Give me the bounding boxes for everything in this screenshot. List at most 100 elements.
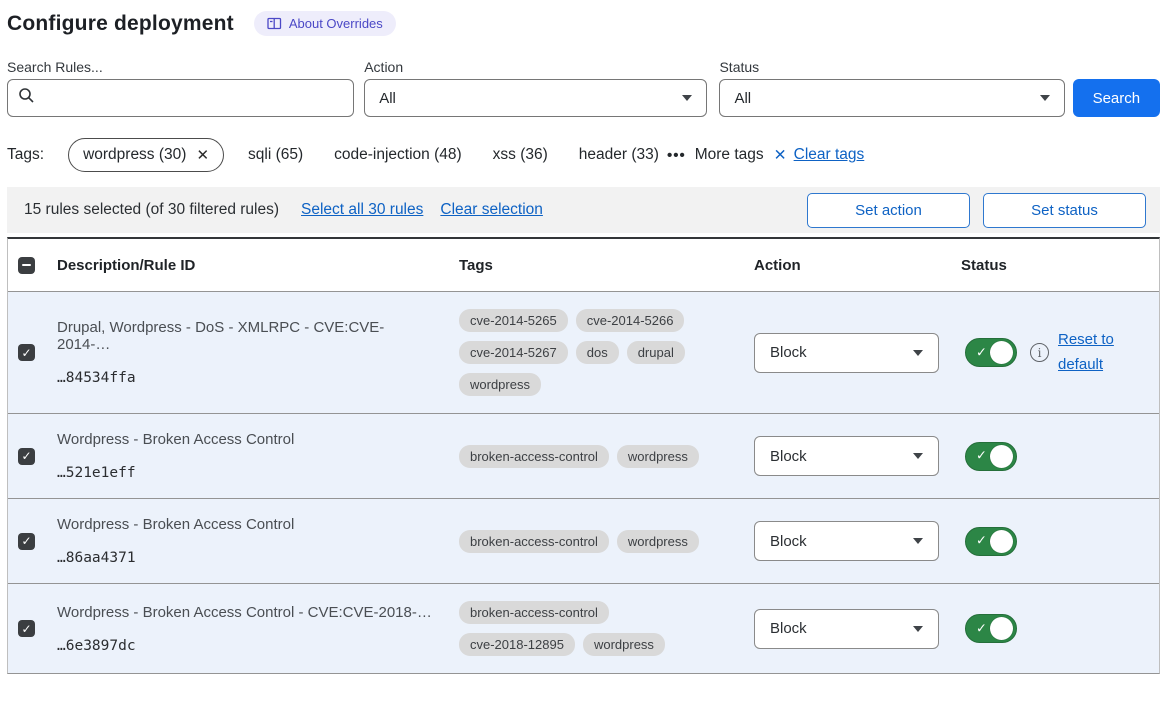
search-rules-group: Search Rules... bbox=[7, 59, 354, 117]
status-toggle[interactable]: ✓ bbox=[965, 614, 1017, 643]
tag-pill: wordpress bbox=[617, 530, 699, 553]
row-checkbox-cell: ✓ bbox=[8, 620, 57, 637]
page-title: Configure deployment bbox=[7, 12, 234, 36]
rule-description: Wordpress - Broken Access Control bbox=[57, 431, 435, 448]
tag-pill: broken-access-control bbox=[459, 445, 609, 468]
col-header-status: Status bbox=[961, 257, 1159, 274]
row-checkbox-cell: ✓ bbox=[8, 533, 57, 550]
tag-pill: broken-access-control bbox=[459, 530, 609, 553]
row-checkbox[interactable]: ✓ bbox=[18, 533, 35, 550]
check-icon: ✓ bbox=[21, 535, 31, 547]
row-checkbox-cell: ✓ bbox=[8, 448, 57, 465]
check-icon: ✓ bbox=[976, 344, 987, 360]
selected-tag-label: wordpress (30) bbox=[83, 146, 186, 164]
check-icon: ✓ bbox=[976, 448, 987, 464]
tag-link[interactable]: header (33) bbox=[579, 146, 659, 164]
status-cell: ✓ i Reset to default bbox=[961, 328, 1159, 378]
close-icon: ✕ bbox=[774, 146, 787, 165]
check-icon: ✓ bbox=[21, 450, 31, 462]
search-rules-input[interactable] bbox=[43, 80, 343, 116]
description-cell: Wordpress - Broken Access Control …86aa4… bbox=[57, 516, 459, 566]
status-cell: ✓ bbox=[961, 614, 1159, 643]
tag-pill: drupal bbox=[627, 341, 685, 364]
tag-link[interactable]: xss (36) bbox=[493, 146, 548, 164]
tags-cell: cve-2014-5265cve-2014-5266cve-2014-5267d… bbox=[459, 309, 717, 396]
tag-link[interactable]: code-injection (48) bbox=[334, 146, 462, 164]
select-all-link[interactable]: Select all 30 rules bbox=[301, 201, 423, 219]
more-tags-label: More tags bbox=[695, 146, 764, 164]
set-status-button[interactable]: Set status bbox=[983, 193, 1146, 228]
clear-tags-button[interactable]: ✕ Clear tags bbox=[774, 146, 865, 165]
set-action-button[interactable]: Set action bbox=[807, 193, 970, 228]
rule-description: Wordpress - Broken Access Control bbox=[57, 516, 435, 533]
check-icon: ✓ bbox=[976, 533, 987, 549]
rule-description: Drupal, Wordpress - DoS - XMLRPC - CVE:C… bbox=[57, 319, 435, 353]
select-all-checkbox[interactable] bbox=[18, 257, 35, 274]
chevron-down-icon bbox=[913, 350, 923, 356]
search-rules-input-box[interactable] bbox=[7, 79, 354, 117]
tag-quick-links: sqli (65) code-injection (48) xss (36) head… bbox=[248, 146, 659, 164]
chevron-down-icon bbox=[913, 626, 923, 632]
row-checkbox[interactable]: ✓ bbox=[18, 448, 35, 465]
about-overrides-label: About Overrides bbox=[289, 16, 383, 31]
chevron-down-icon bbox=[1040, 95, 1050, 101]
chevron-down-icon bbox=[682, 95, 692, 101]
more-tags-icon: ••• bbox=[667, 147, 686, 164]
action-select[interactable]: Block bbox=[754, 333, 939, 373]
table-row: ✓ Drupal, Wordpress - DoS - XMLRPC - CVE… bbox=[8, 291, 1159, 413]
tags-cell: broken-access-control wordpress bbox=[459, 445, 717, 468]
description-cell: Wordpress - Broken Access Control …521e1… bbox=[57, 431, 459, 481]
rule-id: …521e1eff bbox=[57, 465, 435, 481]
configure-deployment-page: Configure deployment About Overrides Sea… bbox=[0, 0, 1167, 674]
tag-pill: cve-2014-5266 bbox=[576, 309, 685, 332]
tag-pill: wordpress bbox=[617, 445, 699, 468]
tag-link[interactable]: sqli (65) bbox=[248, 146, 303, 164]
rule-id: …86aa4371 bbox=[57, 550, 435, 566]
search-rules-label: Search Rules... bbox=[7, 59, 354, 75]
status-filter-label: Status bbox=[719, 59, 1064, 75]
page-header: Configure deployment About Overrides bbox=[7, 0, 1160, 36]
check-icon: ✓ bbox=[976, 620, 987, 636]
tags-cell: broken-access-controlcve-2018-12895wordp… bbox=[459, 601, 717, 656]
tags-cell: broken-access-control wordpress bbox=[459, 530, 717, 553]
col-header-description: Description/Rule ID bbox=[57, 257, 459, 274]
tag-pill: cve-2014-5265 bbox=[459, 309, 568, 332]
selected-tag-wordpress[interactable]: wordpress (30) ✕ bbox=[68, 138, 224, 172]
action-filter-label: Action bbox=[364, 59, 707, 75]
more-tags-button[interactable]: ••• More tags bbox=[667, 146, 764, 164]
row-checkbox-cell: ✓ bbox=[8, 344, 57, 361]
rules-table: Description/Rule ID Tags Action Status ✓… bbox=[7, 237, 1160, 674]
tag-pill: broken-access-control bbox=[459, 601, 609, 624]
check-icon: ✓ bbox=[21, 623, 31, 635]
toggle-knob bbox=[990, 530, 1013, 553]
action-filter-select[interactable]: All bbox=[364, 79, 707, 117]
action-select-value: Block bbox=[770, 344, 807, 361]
tag-pill: wordpress bbox=[459, 373, 541, 396]
status-extras: i Reset to default bbox=[1017, 328, 1128, 378]
chevron-down-icon bbox=[913, 453, 923, 459]
row-checkbox[interactable]: ✓ bbox=[18, 344, 35, 361]
action-select[interactable]: Block bbox=[754, 436, 939, 476]
about-overrides-badge[interactable]: About Overrides bbox=[254, 11, 396, 36]
action-select[interactable]: Block bbox=[754, 609, 939, 649]
info-icon[interactable]: i bbox=[1030, 343, 1049, 362]
chevron-down-icon bbox=[913, 538, 923, 544]
rule-description: Wordpress - Broken Access Control - CVE:… bbox=[57, 604, 435, 621]
toggle-knob bbox=[990, 341, 1013, 364]
search-button[interactable]: Search bbox=[1073, 79, 1160, 117]
action-select[interactable]: Block bbox=[754, 521, 939, 561]
status-toggle[interactable]: ✓ bbox=[965, 527, 1017, 556]
col-header-tags: Tags bbox=[459, 257, 754, 274]
row-checkbox[interactable]: ✓ bbox=[18, 620, 35, 637]
action-cell: Block bbox=[754, 609, 961, 649]
close-icon[interactable]: ✕ bbox=[196, 146, 209, 164]
selection-bar: 15 rules selected (of 30 filtered rules)… bbox=[7, 187, 1160, 233]
status-cell: ✓ bbox=[961, 527, 1159, 556]
status-filter-select[interactable]: All bbox=[719, 79, 1064, 117]
status-toggle[interactable]: ✓ bbox=[965, 442, 1017, 471]
reset-to-default-link[interactable]: Reset to default bbox=[1058, 328, 1128, 378]
rule-id: …6e3897dc bbox=[57, 638, 435, 654]
table-row: ✓ Wordpress - Broken Access Control …521… bbox=[8, 413, 1159, 498]
status-toggle[interactable]: ✓ bbox=[965, 338, 1017, 367]
clear-selection-link[interactable]: Clear selection bbox=[440, 201, 543, 219]
